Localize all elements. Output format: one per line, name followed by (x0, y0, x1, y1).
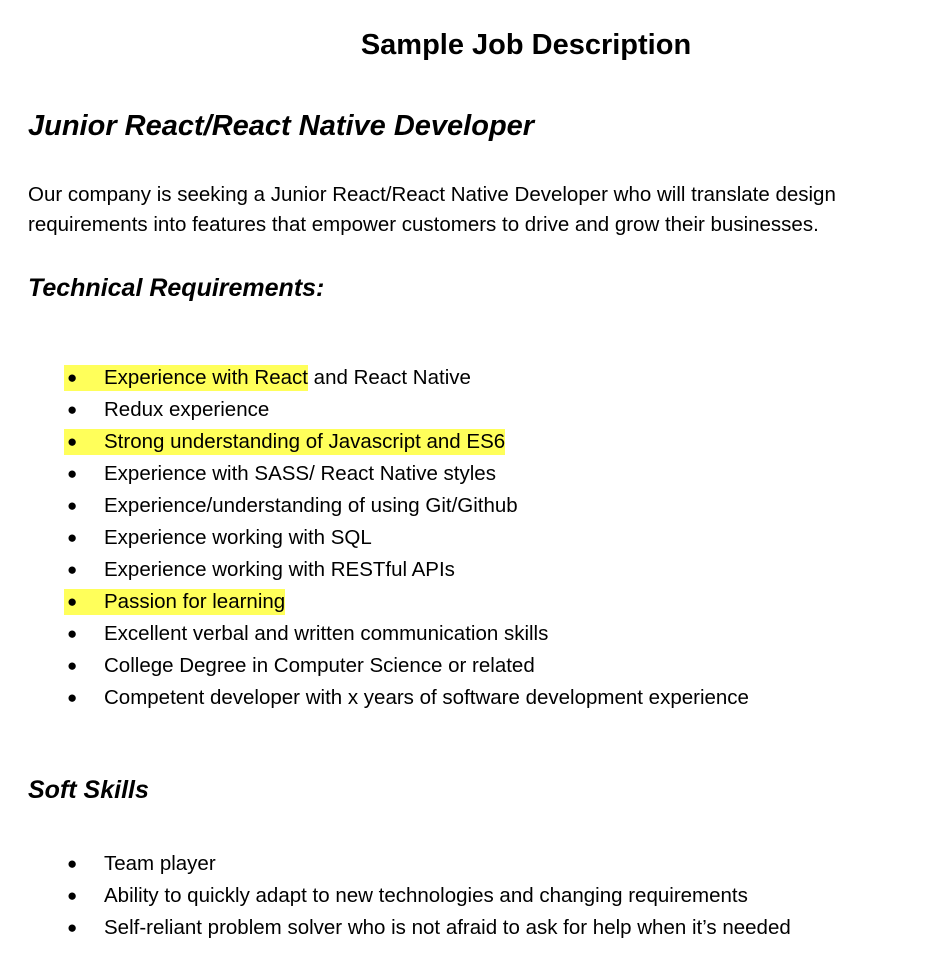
list-item-text: Experience working with SQL (104, 522, 372, 554)
list-item-text: Team player (104, 852, 216, 875)
bullet-icon: ● (64, 365, 104, 391)
list-item-text: Passion for learning (104, 589, 286, 615)
bullet-icon: ● (67, 464, 78, 483)
list-item-text: Experience/understanding of using Git/Gi… (104, 490, 518, 522)
intro-paragraph: Our company is seeking a Junior React/Re… (28, 180, 928, 240)
list-item-text: Redux experience (104, 394, 269, 426)
list-item-text: Strong understanding of Javascript and E… (104, 429, 506, 455)
plain-text: Competent developer with x years of soft… (104, 686, 749, 709)
bullet-icon: ● (67, 624, 78, 643)
list-item-text: Excellent verbal and written communicati… (104, 618, 548, 650)
intro-line: requirements into features that empower … (28, 213, 819, 236)
list-item-text: Experience with React and React Native (104, 365, 471, 391)
intro-line: Our company is seeking a Junior React/Re… (28, 183, 836, 206)
bullet-icon: ● (67, 496, 78, 515)
plain-text: Experience/understanding of using Git/Gi… (104, 494, 518, 517)
plain-text: Experience working with RESTful APIs (104, 558, 455, 581)
bullet-icon: ● (67, 656, 78, 675)
highlighted-text: Strong understanding of Javascript and E… (104, 429, 506, 455)
highlighted-text: Passion for learning (104, 589, 286, 615)
plain-text: Redux experience (104, 398, 270, 421)
plain-text: Experience working with SQL (104, 526, 372, 549)
technical-requirements-heading: Technical Requirements: (28, 274, 325, 302)
bullet-icon: ● (64, 589, 104, 615)
document-title: Sample Job Description (360, 29, 692, 61)
bullet-icon: ● (67, 400, 78, 419)
plain-text: Experience with SASS/ React Native style… (104, 462, 496, 485)
job-title: Junior React/React Native Developer (28, 110, 535, 142)
list-item-text: Experience with SASS/ React Native style… (104, 458, 496, 490)
list-item-text: College Degree in Computer Science or re… (104, 650, 535, 682)
highlighted-text: Experience with React (104, 365, 308, 391)
plain-text: and React Native (307, 366, 471, 389)
bullet-icon: ● (67, 560, 78, 579)
plain-text: Excellent verbal and written communicati… (104, 622, 549, 645)
bullet-icon: ● (64, 429, 104, 455)
list-item-text: Experience working with RESTful APIs (104, 554, 455, 586)
bullet-icon: ● (67, 886, 78, 905)
bullet-icon: ● (67, 528, 78, 547)
list-item-text: Self-reliant problem solver who is not a… (104, 916, 791, 939)
bullet-icon: ● (67, 688, 78, 707)
list-item-text: Competent developer with x years of soft… (104, 682, 749, 714)
plain-text: College Degree in Computer Science or re… (104, 654, 535, 677)
list-item-text: Ability to quickly adapt to new technolo… (104, 884, 748, 907)
soft-skills-heading: Soft Skills (28, 776, 149, 804)
bullet-icon: ● (67, 918, 78, 937)
bullet-icon: ● (67, 854, 78, 873)
